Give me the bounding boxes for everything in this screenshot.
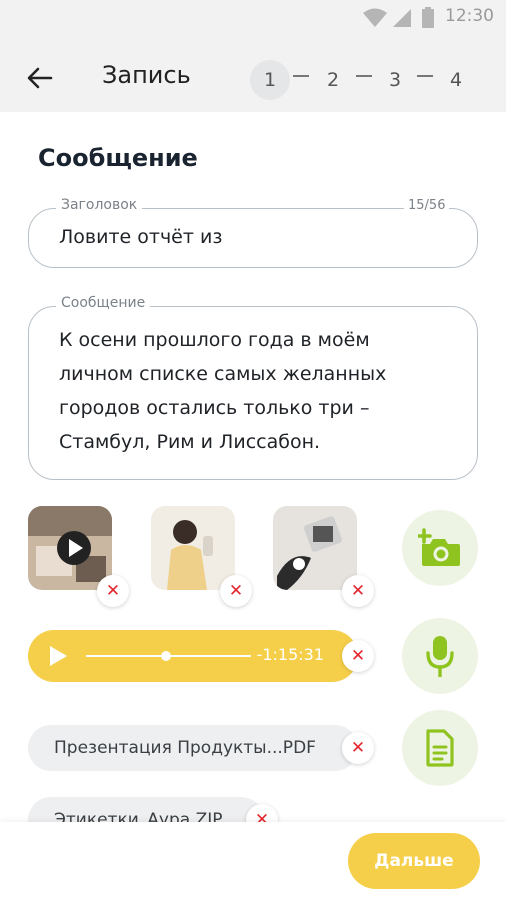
arrow-left-icon xyxy=(27,67,53,89)
step-divider xyxy=(417,75,433,77)
remove-video-button[interactable]: ✕ xyxy=(97,575,129,607)
file-chip[interactable]: Презентация Продукты...PDF xyxy=(28,725,358,771)
page-title: Запись xyxy=(102,61,191,89)
audio-time: -1:15:31 xyxy=(256,645,324,664)
title-field[interactable]: Ловите отчёт из xyxy=(28,208,478,268)
attach-file-button[interactable] xyxy=(402,710,478,786)
battery-icon xyxy=(422,7,434,28)
step-1: 1 xyxy=(250,60,290,100)
close-icon: ✕ xyxy=(350,737,366,758)
top-app-bar: Запись 1 2 3 4 xyxy=(0,34,506,112)
close-icon: ✕ xyxy=(105,580,121,601)
title-field-value: Ловите отчёт из xyxy=(59,226,223,248)
audio-player: -1:15:31 xyxy=(28,630,358,682)
video-preview-image xyxy=(28,506,112,590)
message-line: личном списке самых желанных xyxy=(59,363,387,385)
play-icon[interactable] xyxy=(48,646,68,666)
close-icon: ✕ xyxy=(350,580,366,601)
photo-thumbnail[interactable] xyxy=(151,506,235,590)
next-button[interactable]: Дальше xyxy=(348,833,480,889)
message-field[interactable]: К осени прошлого года в моём личном спис… xyxy=(28,306,478,480)
audio-progress-handle[interactable] xyxy=(161,651,171,661)
microphone-icon xyxy=(426,636,454,677)
message-field-label: Сообщение xyxy=(56,295,151,311)
status-bar: 12:30 xyxy=(0,0,506,34)
title-field-label: Заголовок xyxy=(56,197,143,213)
remove-file-button[interactable]: ✕ xyxy=(342,732,374,764)
step-divider xyxy=(356,75,372,77)
add-photo-button[interactable] xyxy=(402,510,478,586)
remove-audio-button[interactable]: ✕ xyxy=(342,640,374,672)
file-name: Презентация Продукты...PDF xyxy=(54,738,316,758)
step-2: 2 xyxy=(326,69,340,91)
message-line: городов остались только три – xyxy=(59,397,370,419)
document-icon xyxy=(426,729,454,767)
message-line: К осени прошлого года в моём xyxy=(59,329,370,351)
video-thumbnail[interactable] xyxy=(28,506,112,590)
photo-preview-image xyxy=(273,506,357,590)
remove-photo-button[interactable]: ✕ xyxy=(220,575,252,607)
message-text: К осени прошлого года в моём личном спис… xyxy=(59,323,386,459)
step-3: 3 xyxy=(388,69,402,91)
close-icon: ✕ xyxy=(350,645,366,666)
section-title: Сообщение xyxy=(38,144,198,172)
step-divider xyxy=(293,75,309,77)
title-char-counter: 15/56 xyxy=(404,198,450,213)
signal-icon xyxy=(393,9,411,27)
photo-preview-image xyxy=(151,506,235,590)
status-time: 12:30 xyxy=(445,6,494,26)
message-line: Стамбул, Рим и Лиссабон. xyxy=(59,431,321,453)
add-camera-icon xyxy=(418,528,460,566)
close-icon: ✕ xyxy=(228,580,244,601)
wifi-icon xyxy=(363,8,387,27)
remove-photo-button[interactable]: ✕ xyxy=(342,575,374,607)
step-4: 4 xyxy=(449,69,463,91)
photo-thumbnail[interactable] xyxy=(273,506,357,590)
record-audio-button[interactable] xyxy=(402,618,478,694)
back-button[interactable] xyxy=(24,62,56,94)
